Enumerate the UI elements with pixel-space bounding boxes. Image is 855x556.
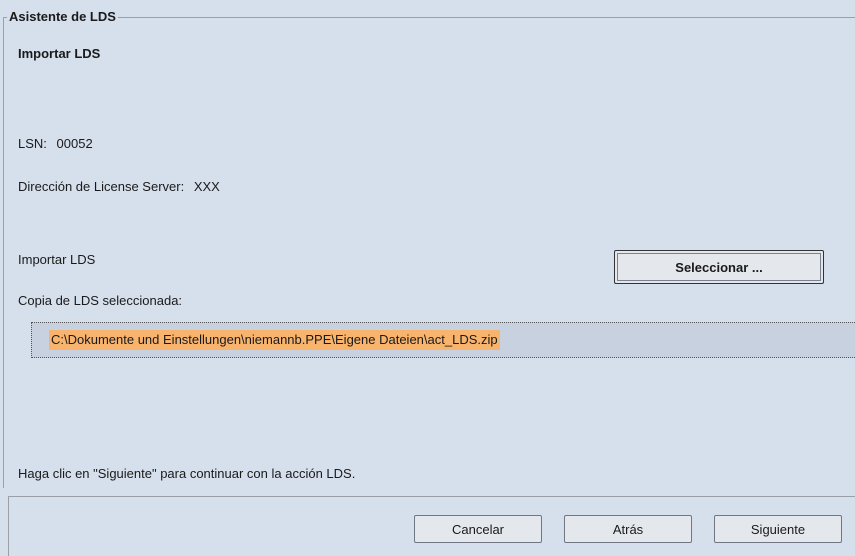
- page-title: Importar LDS: [18, 46, 101, 61]
- selected-file-item[interactable]: C:\Dokumente und Einstellungen\niemannb.…: [49, 330, 500, 350]
- lsn-row: LSN: 00052: [18, 136, 93, 151]
- lsn-value: 00052: [56, 136, 93, 151]
- wizard-window: Asistente de LDS Importar LDS LSN: 00052…: [0, 0, 855, 556]
- server-row: Dirección de License Server: XXX: [18, 179, 220, 194]
- import-label: Importar LDS: [18, 252, 96, 267]
- next-button[interactable]: Siguiente: [714, 515, 842, 543]
- server-value: XXX: [193, 179, 220, 194]
- back-button[interactable]: Atrás: [564, 515, 692, 543]
- cancel-button[interactable]: Cancelar: [414, 515, 542, 543]
- server-label: Dirección de License Server:: [18, 179, 185, 194]
- instruction-text: Haga clic en "Siguiente" para continuar …: [18, 466, 356, 481]
- selected-copy-label: Copia de LDS seleccionada:: [18, 293, 183, 308]
- wizard-legend: Asistente de LDS: [7, 9, 118, 24]
- lsn-label: LSN:: [18, 136, 47, 151]
- select-button[interactable]: Seleccionar ...: [614, 250, 824, 284]
- footer-divider-left: [8, 496, 9, 556]
- footer-divider: [8, 496, 855, 497]
